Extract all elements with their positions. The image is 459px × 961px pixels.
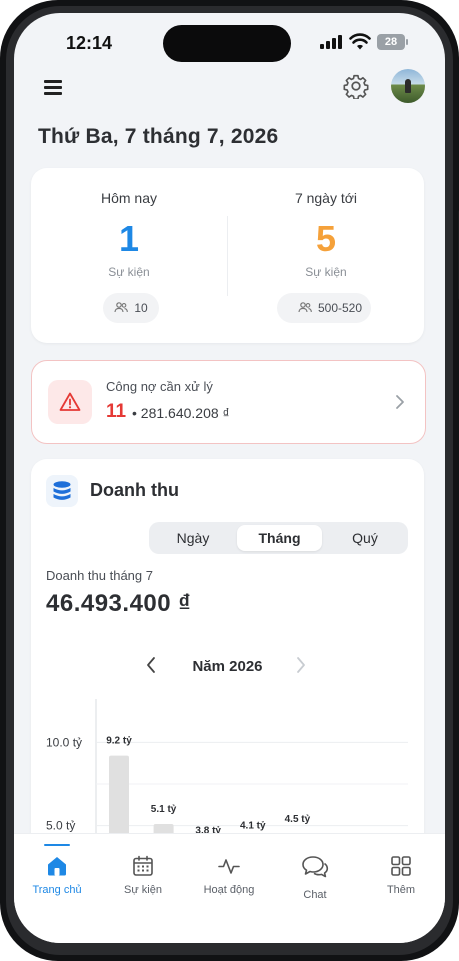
period-segmented-control: Ngày Tháng Quý	[149, 522, 408, 554]
calendar-icon	[133, 855, 153, 876]
debt-count: 11	[106, 401, 127, 422]
stat-today-label: Hôm nay	[100, 190, 158, 206]
warning-icon	[59, 392, 81, 411]
revenue-total: 46.493.400 ₫	[46, 590, 192, 617]
tab-more[interactable]: Thêm	[358, 834, 444, 914]
guest-count-today: 10	[134, 301, 148, 315]
page-title: Thứ Ba, 7 tháng 7, 2026	[38, 125, 279, 148]
stat-week-sub: Sự kiện	[305, 265, 347, 279]
menu-icon[interactable]	[42, 75, 66, 99]
chart-y-tick-label: 5.0 tỷ	[46, 819, 75, 833]
chevron-right-icon[interactable]	[295, 656, 307, 674]
stat-week-label: 7 ngày tới	[294, 190, 358, 206]
status-bar: 12:14 28	[14, 13, 445, 73]
status-time: 12:14	[66, 33, 113, 53]
people-icon	[114, 302, 129, 313]
tab-home-label: Trang chủ	[32, 884, 82, 896]
tab-chat[interactable]: Chat	[272, 834, 358, 914]
grid-icon	[391, 856, 411, 876]
chart-y-tick-label: 10.0 tỷ	[46, 735, 82, 749]
tab-activity[interactable]: Hoạt động	[186, 834, 272, 914]
chart-data-label: 5.1 tỷ	[151, 804, 177, 815]
stat-week-value: 5	[315, 218, 337, 259]
revenue-card: Doanh thu Ngày Tháng Quý Doanh thu tháng…	[31, 459, 424, 889]
battery-level: 28	[384, 36, 398, 48]
avatar[interactable]	[391, 69, 425, 103]
tab-events-label: Sự kiện	[124, 884, 162, 896]
tab-chat-label: Chat	[303, 889, 327, 901]
tab-more-label: Thêm	[386, 884, 416, 896]
stats-card: Hôm nay 1 Sự kiện 10 7 ngày tới 5 Sự kiệ…	[31, 168, 424, 343]
chart-data-label: 4.1 tỷ	[240, 821, 266, 832]
home-icon	[48, 857, 66, 876]
guest-pill-week: 500-520	[277, 293, 371, 323]
tab-month[interactable]: Tháng	[237, 525, 322, 551]
active-tab-indicator	[44, 844, 70, 846]
activity-icon	[218, 859, 240, 874]
battery-icon: 28	[377, 34, 408, 50]
tab-day[interactable]: Ngày	[152, 525, 234, 551]
tab-activity-label: Hoạt động	[203, 884, 255, 896]
year-label: Năm 2026	[192, 658, 263, 675]
database-icon	[46, 475, 78, 507]
tab-quarter[interactable]: Quý	[325, 525, 405, 551]
chart-data-label: 9.2 tỷ	[106, 736, 132, 747]
debt-amount: • 281.640.208 ₫	[132, 405, 230, 421]
debt-card[interactable]: Công nợ cần xử lý 11 • 281.640.208 ₫	[31, 360, 426, 444]
chat-icon	[302, 856, 329, 878]
warning-badge	[48, 380, 92, 424]
screen: 12:14 28 Thứ Ba, 7 tháng 7, 2026 Hôm nay…	[14, 13, 445, 943]
guest-count-week: 500-520	[317, 301, 363, 315]
people-icon	[298, 302, 312, 313]
tab-home[interactable]: Trang chủ	[14, 834, 100, 914]
dynamic-island	[163, 25, 291, 62]
bottom-tab-bar: Trang chủ Sự kiện Hoạt động Chat Thêm	[14, 833, 445, 943]
stat-today[interactable]: Hôm nay 1 Sự kiện 10	[31, 168, 227, 343]
debt-label: Công nợ cần xử lý	[106, 379, 213, 394]
cellular-signal-icon	[320, 35, 344, 49]
debt-amount-value: 281.640.208 ₫	[140, 405, 230, 421]
gear-icon[interactable]	[343, 73, 369, 99]
stat-week[interactable]: 7 ngày tới 5 Sự kiện 500-520	[228, 168, 424, 343]
tab-events[interactable]: Sự kiện	[100, 834, 186, 914]
wifi-icon	[349, 33, 371, 50]
stat-today-sub: Sự kiện	[108, 265, 150, 279]
chevron-right-icon	[396, 395, 404, 409]
revenue-title: Doanh thu	[90, 480, 179, 500]
period-label: Doanh thu tháng 7	[46, 568, 153, 583]
stat-today-value: 1	[118, 218, 140, 259]
guest-pill-today: 10	[103, 293, 159, 323]
chart-data-label: 4.5 tỷ	[285, 814, 311, 825]
